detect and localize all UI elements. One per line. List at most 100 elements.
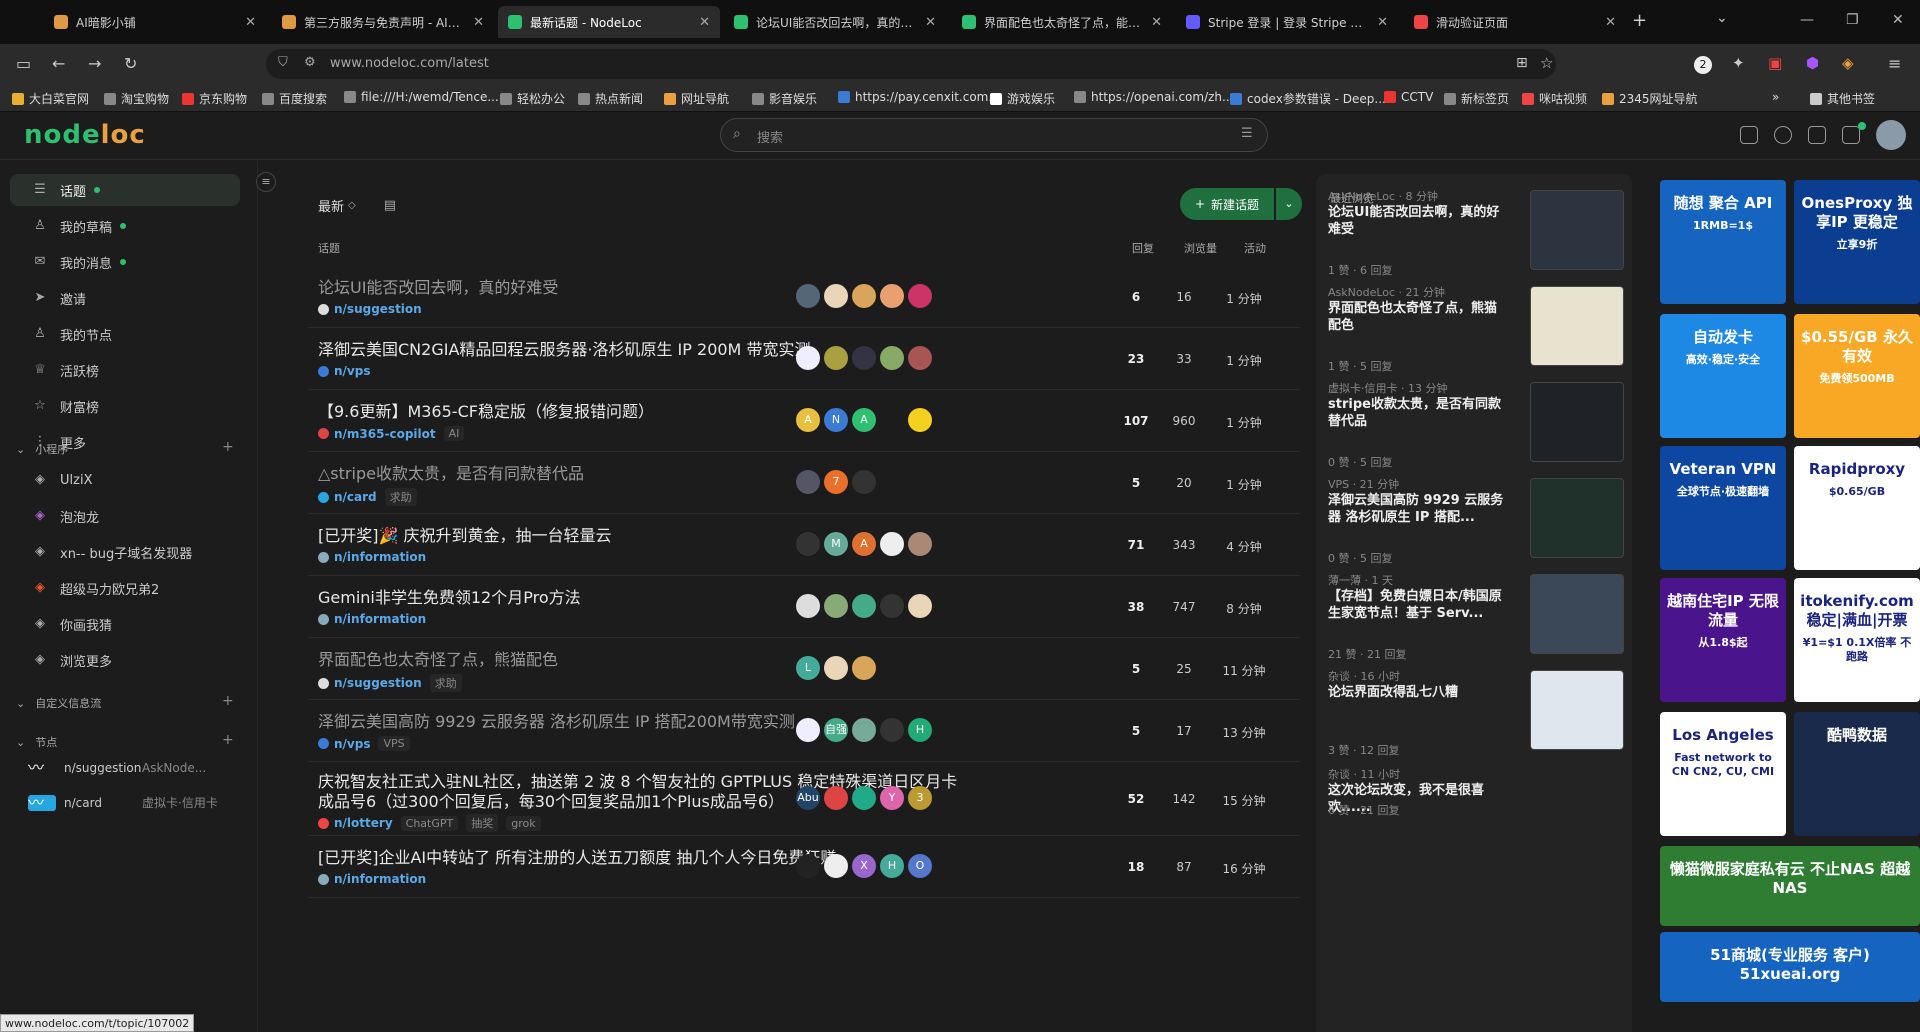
topic-activity[interactable]: 15 分钟 xyxy=(1214,792,1274,809)
new-topic-button[interactable]: + 新建话题 xyxy=(1180,188,1274,220)
poster-avatar[interactable]: A xyxy=(796,408,820,432)
topic-replies[interactable]: 38 xyxy=(1116,600,1156,614)
poster-avatar[interactable] xyxy=(796,470,820,494)
bookmark-item[interactable]: CCTV xyxy=(1384,90,1433,104)
section-add-button[interactable]: + xyxy=(222,732,234,748)
topic-category[interactable]: n/card 求助 xyxy=(318,488,417,506)
topic-category[interactable]: n/vps VPS xyxy=(318,736,410,751)
topic-replies[interactable]: 5 xyxy=(1116,724,1156,738)
recent-title[interactable]: 泽御云美国高防 9929 云服务器 洛杉矶原生 IP 搭配... xyxy=(1328,492,1504,526)
topic-replies[interactable]: 107 xyxy=(1116,414,1156,428)
extension-multicolor-icon[interactable]: ◈ xyxy=(1842,54,1854,72)
bookmark-star-icon[interactable]: ☆ xyxy=(1540,54,1553,72)
sidebar-item-5[interactable]: ♕ 活跃榜 xyxy=(10,354,240,386)
shield-icon[interactable]: ⛉ xyxy=(278,55,288,70)
sidebar-app-item[interactable]: ◈ 浏览更多 xyxy=(10,644,240,676)
bookmark-item[interactable]: 轻松办公 xyxy=(500,90,565,107)
poster-avatar[interactable]: A xyxy=(852,408,876,432)
sidebar-item-1[interactable]: ♙ 我的草稿 xyxy=(10,210,240,242)
topic-replies[interactable]: 52 xyxy=(1116,792,1156,806)
bookmark-item[interactable]: 热点新闻 xyxy=(578,90,643,107)
poster-avatar[interactable]: M xyxy=(824,532,848,556)
poster-avatar[interactable]: H xyxy=(880,854,904,878)
reload-icon[interactable]: ↻ xyxy=(124,54,137,73)
recent-title[interactable]: 界面配色也太奇怪了点，熊猫配色 xyxy=(1328,300,1504,334)
sort-dropdown[interactable]: 最新 xyxy=(318,196,344,215)
bookmark-item[interactable]: https://pay.cenxit.com... xyxy=(838,90,1000,104)
tab-3[interactable]: 最新话题 - NodeLoc ✕ xyxy=(498,6,720,38)
minimize-button[interactable]: — xyxy=(1800,12,1814,28)
ad-banner[interactable]: Los Angeles Fast network to CN CN2, CU, C… xyxy=(1660,712,1786,836)
poster-avatar[interactable] xyxy=(796,284,820,308)
poster-avatar[interactable] xyxy=(908,284,932,308)
bookmark-item[interactable]: 游戏娱乐 xyxy=(990,90,1055,107)
topic-row[interactable]: 泽御云美国高防 9929 云服务器 洛杉矶原生 IP 搭配200M带宽实测 n/v… xyxy=(308,700,1300,762)
topic-activity[interactable]: 4 分钟 xyxy=(1214,538,1274,555)
header-views[interactable]: 浏览量 xyxy=(1184,240,1217,256)
bookmark-item[interactable]: https://openai.com/zh... xyxy=(1074,90,1233,104)
sidebar-item-0[interactable]: ☰ 话题 xyxy=(10,174,240,206)
recent-title[interactable]: 论坛UI能否改回去啊，真的好难受 xyxy=(1328,204,1504,238)
url-bar[interactable]: ⛉ ⚙ www.nodeloc.com/latest ⊞ ☆ xyxy=(266,49,1556,79)
bookmark-item[interactable]: file:///H:/wemd/Tence... xyxy=(344,90,499,104)
messages-icon[interactable] xyxy=(1842,126,1860,144)
tab-close-icon[interactable]: ✕ xyxy=(473,15,484,30)
tab-2[interactable]: 第三方服务与免责声明 - AI暗影小 ✕ xyxy=(272,6,494,38)
bookmark-item[interactable]: 京东购物 xyxy=(182,90,247,107)
poster-avatar[interactable]: A xyxy=(852,532,876,556)
tab-5[interactable]: 界面配色也太奇怪了点，能猫配 ✕ xyxy=(952,6,1172,38)
ad-banner[interactable]: 随想 聚合 API 1RMB=1$ xyxy=(1660,180,1786,304)
topic-activity[interactable]: 8 分钟 xyxy=(1214,600,1274,617)
tab-4[interactable]: 论坛UI能否改回去啊，真的好难 ✕ xyxy=(724,6,946,38)
tab-close-icon[interactable]: ✕ xyxy=(1605,15,1616,30)
recent-item[interactable]: 杂谈 · 16 小时 论坛界面改得乱七八糟 3 赞 · 12 回复 xyxy=(1328,668,1624,768)
ad-banner[interactable]: $0.55/GB 永久有效 免费领500MB xyxy=(1794,314,1920,438)
extensions-icon[interactable]: ✦ xyxy=(1732,54,1745,72)
sidebar-toggle-icon[interactable]: ▭ xyxy=(16,54,31,73)
new-tab-button[interactable]: + xyxy=(1632,10,1647,31)
topic-category[interactable]: n/information xyxy=(318,550,426,564)
poster-avatar[interactable]: 自强 xyxy=(824,718,848,742)
bookmark-item[interactable]: 淘宝购物 xyxy=(104,90,169,107)
poster-avatar[interactable]: 7 xyxy=(824,470,848,494)
poster-avatar[interactable]: L xyxy=(796,656,820,680)
poster-avatar[interactable] xyxy=(852,284,876,308)
poster-avatar[interactable] xyxy=(824,594,848,618)
bookmark-item[interactable]: 网址导航 xyxy=(664,90,729,107)
recent-title[interactable]: stripe收款太贵，是否有同款替代品 xyxy=(1328,396,1504,430)
topic-row[interactable]: [已开奖]🎉 庆祝升到黄金，抽一台轻量云 n/information M A 71 343… xyxy=(308,514,1300,576)
sidebar-node-item[interactable]: 〰 n/card 虚拟卡·信用卡 xyxy=(28,794,218,811)
restore-button[interactable]: ❐ xyxy=(1846,12,1859,28)
topic-category[interactable]: n/vps xyxy=(318,364,370,378)
poster-avatar[interactable] xyxy=(796,346,820,370)
bookmark-item[interactable]: 大白菜官网 xyxy=(12,90,89,107)
ad-banner[interactable]: 自动发卡 高效·稳定·安全 xyxy=(1660,314,1786,438)
poster-avatar[interactable]: N xyxy=(824,408,848,432)
search-filter-icon[interactable]: ☰ xyxy=(1241,126,1253,141)
topic-activity[interactable]: 13 分钟 xyxy=(1214,724,1274,741)
list-view-icon[interactable]: ▤ xyxy=(384,198,396,213)
topic-replies[interactable]: 71 xyxy=(1116,538,1156,552)
poster-avatar[interactable] xyxy=(908,408,932,432)
topic-activity[interactable]: 1 分钟 xyxy=(1214,290,1274,307)
sidebar-item-4[interactable]: ♙ 我的节点 xyxy=(10,318,240,350)
browser-menu-icon[interactable]: ≡ xyxy=(1888,54,1901,73)
poster-avatar[interactable]: Y xyxy=(880,786,904,810)
forward-arrow-icon[interactable]: → xyxy=(88,54,101,73)
sidebar-app-item[interactable]: ◈ xn-- bug子域名发现器 xyxy=(10,536,240,568)
sidebar-app-item[interactable]: ◈ 泡泡龙 xyxy=(10,500,240,532)
ad-banner[interactable]: 51商城(专业服务 客户) 51xueai.org xyxy=(1660,932,1920,1002)
ad-banner[interactable]: itokenify.com 稳定|满血|开票 ¥1=$1 0.1X倍率 不跑路 xyxy=(1794,578,1920,702)
poster-avatar[interactable] xyxy=(880,656,904,680)
ad-banner[interactable]: Rapidproxy $0.65/GB xyxy=(1794,446,1920,570)
topic-replies[interactable]: 18 xyxy=(1116,860,1156,874)
poster-avatar[interactable] xyxy=(880,594,904,618)
recent-item[interactable]: 薄一薄 · 1 天【存档】免费白嫖日本/韩国原生家宽节点！基于 Serv... 2… xyxy=(1328,572,1624,672)
bookmark-item[interactable]: 其他书签 xyxy=(1810,90,1875,107)
section-add-button[interactable]: + xyxy=(222,693,234,709)
sidebar-item-2[interactable]: ✉ 我的消息 xyxy=(10,246,240,278)
bookmark-item[interactable]: codex参数错误 - Deep... xyxy=(1230,90,1386,107)
recent-title[interactable]: 论坛界面改得乱七八糟 xyxy=(1328,684,1504,701)
user-avatar[interactable] xyxy=(1876,120,1906,150)
recent-item[interactable]: 虚拟卡·信用卡 · 13 分钟 stripe收款太贵，是否有同款替代品 0 赞 · … xyxy=(1328,380,1624,480)
